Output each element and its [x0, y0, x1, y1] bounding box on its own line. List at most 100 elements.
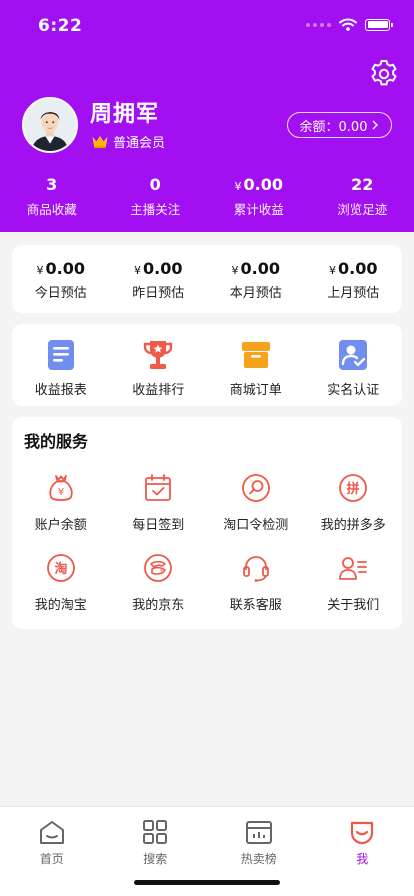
service-label: 每日签到 — [132, 518, 185, 533]
service-label: 账户余额 — [34, 518, 87, 533]
balance-button[interactable]: 余额：0.00 — [287, 112, 392, 138]
order-box-icon — [241, 342, 270, 368]
stat-label: 主播关注 — [130, 202, 181, 217]
pinduoduo-icon: 拼 — [339, 474, 368, 502]
id-verify-icon — [339, 340, 368, 370]
quick-actions-card: 收益报表 收益排行 商城订单 实名认证 — [12, 324, 402, 406]
service-label: 关于我们 — [327, 598, 380, 613]
service-customer-support[interactable]: 联系客服 — [207, 552, 305, 632]
stat-label: 商品收藏 — [26, 202, 77, 217]
estimate-yesterday[interactable]: ¥0.00 昨日预估 — [110, 245, 208, 313]
quick-identity-verify[interactable]: 实名认证 — [305, 324, 403, 406]
status-time: 6:22 — [38, 16, 83, 36]
avatar-portrait-icon — [24, 99, 76, 151]
stat-following[interactable]: 0 主播关注 — [104, 174, 208, 218]
headset-icon — [242, 556, 269, 582]
tab-label: 搜索 — [143, 852, 168, 866]
member-badge: 普通会员 — [92, 132, 165, 151]
service-label: 我的淘宝 — [34, 598, 87, 613]
stat-label: 浏览足迹 — [337, 202, 388, 217]
quick-label: 商城订单 — [229, 383, 282, 398]
service-my-pinduoduo[interactable]: 拼 我的拼多多 — [305, 472, 403, 552]
jd-icon — [144, 554, 173, 582]
balance-label: 余额：0.00 — [299, 119, 368, 135]
estimate-label: 昨日预估 — [132, 286, 185, 301]
tab-label: 我 — [356, 852, 369, 866]
magnifier-icon — [241, 474, 270, 502]
status-bar: 6:22 — [0, 0, 414, 50]
quick-earnings-ranking[interactable]: 收益排行 — [110, 324, 208, 406]
crown-icon — [92, 135, 108, 148]
report-icon — [47, 340, 74, 370]
tab-home[interactable]: 首页 — [0, 807, 104, 896]
profile-header: 6:22 周拥军 普通会员 余额：0.00 3 商品收藏 0 主播关注 ¥ 0.… — [0, 0, 414, 232]
quick-label: 收益报表 — [34, 383, 87, 398]
estimate-label: 今日预估 — [34, 286, 87, 301]
profile-smile-icon — [351, 821, 374, 845]
quick-mall-orders[interactable]: 商城订单 — [207, 324, 305, 406]
currency-symbol: ¥ — [329, 264, 336, 277]
battery-icon — [365, 18, 393, 31]
services-grid: ¥ 账户余额 每日签到 淘口令检测 拼 我的拼多多 淘 我的淘宝 我的京东 联系… — [12, 472, 402, 632]
about-us-icon — [339, 557, 368, 580]
stat-label: 累计收益 — [233, 202, 284, 217]
service-account-balance[interactable]: ¥ 账户余额 — [12, 472, 110, 552]
currency-symbol: ¥ — [134, 264, 141, 277]
estimate-label: 本月预估 — [229, 286, 282, 301]
estimate-today[interactable]: ¥0.00 今日预估 — [12, 245, 110, 313]
stat-total-earnings[interactable]: ¥0.00 累计收益 — [207, 174, 311, 218]
ranking-icon — [245, 821, 272, 844]
stat-value: 3 — [46, 175, 58, 194]
calendar-check-icon — [145, 474, 172, 501]
avatar[interactable] — [22, 97, 78, 153]
estimate-value: 0.00 — [45, 259, 85, 278]
currency-symbol: ¥ — [234, 180, 242, 193]
member-level: 普通会员 — [113, 136, 166, 151]
currency-symbol: ¥ — [36, 264, 44, 277]
estimate-label: 上月预估 — [327, 286, 380, 301]
service-label: 我的拼多多 — [320, 518, 386, 533]
status-icons — [306, 18, 393, 31]
quick-label: 收益排行 — [132, 383, 185, 398]
tab-label: 首页 — [39, 852, 64, 866]
taobao-glyph: 淘 — [54, 561, 67, 577]
tab-me[interactable]: 我 — [311, 807, 414, 896]
service-my-taobao[interactable]: 淘 我的淘宝 — [12, 552, 110, 632]
stat-browse-history[interactable]: 22 浏览足迹 — [311, 174, 414, 218]
home-icon — [39, 821, 64, 844]
estimate-this-month[interactable]: ¥0.00 本月预估 — [207, 245, 305, 313]
pinduoduo-glyph: 拼 — [347, 481, 360, 497]
chevron-right-icon — [372, 120, 379, 130]
home-indicator — [134, 880, 280, 885]
profile-stats: 3 商品收藏 0 主播关注 ¥0.00 累计收益 22 浏览足迹 — [0, 174, 414, 218]
svg-text:¥: ¥ — [58, 487, 64, 498]
my-services-card: 我的服务 ¥ 账户余额 每日签到 淘口令检测 拼 我的拼多多 淘 我的淘宝 我的… — [12, 417, 402, 629]
wifi-icon — [339, 18, 357, 31]
tab-label: 热卖榜 — [240, 852, 277, 866]
earnings-estimate-card: ¥0.00 今日预估 ¥0.00 昨日预估 ¥0.00 本月预估 ¥0.00 上… — [12, 245, 402, 313]
user-name: 周拥军 — [90, 102, 160, 127]
estimate-value: 0.00 — [338, 259, 378, 278]
stat-value: 0.00 — [243, 175, 283, 194]
estimate-last-month[interactable]: ¥0.00 上月预估 — [305, 245, 403, 313]
service-about-us[interactable]: 关于我们 — [305, 552, 403, 632]
service-taokouling-check[interactable]: 淘口令检测 — [207, 472, 305, 552]
services-title: 我的服务 — [24, 432, 89, 451]
stat-value: 22 — [351, 175, 374, 194]
grid-icon — [143, 820, 168, 844]
trophy-icon — [144, 341, 173, 369]
quick-label: 实名认证 — [327, 383, 380, 398]
estimate-value: 0.00 — [240, 259, 280, 278]
service-label: 淘口令检测 — [223, 518, 289, 533]
service-label: 我的京东 — [132, 598, 185, 613]
service-daily-checkin[interactable]: 每日签到 — [110, 472, 208, 552]
stat-favorites[interactable]: 3 商品收藏 — [0, 174, 104, 218]
stat-value: 0 — [149, 175, 161, 194]
estimate-value: 0.00 — [143, 259, 183, 278]
settings-gear-icon[interactable] — [368, 58, 400, 90]
signal-icon — [306, 22, 331, 27]
currency-symbol: ¥ — [231, 264, 239, 277]
quick-earnings-report[interactable]: 收益报表 — [12, 324, 110, 406]
service-my-jd[interactable]: 我的京东 — [110, 552, 208, 632]
service-label: 联系客服 — [229, 598, 282, 613]
